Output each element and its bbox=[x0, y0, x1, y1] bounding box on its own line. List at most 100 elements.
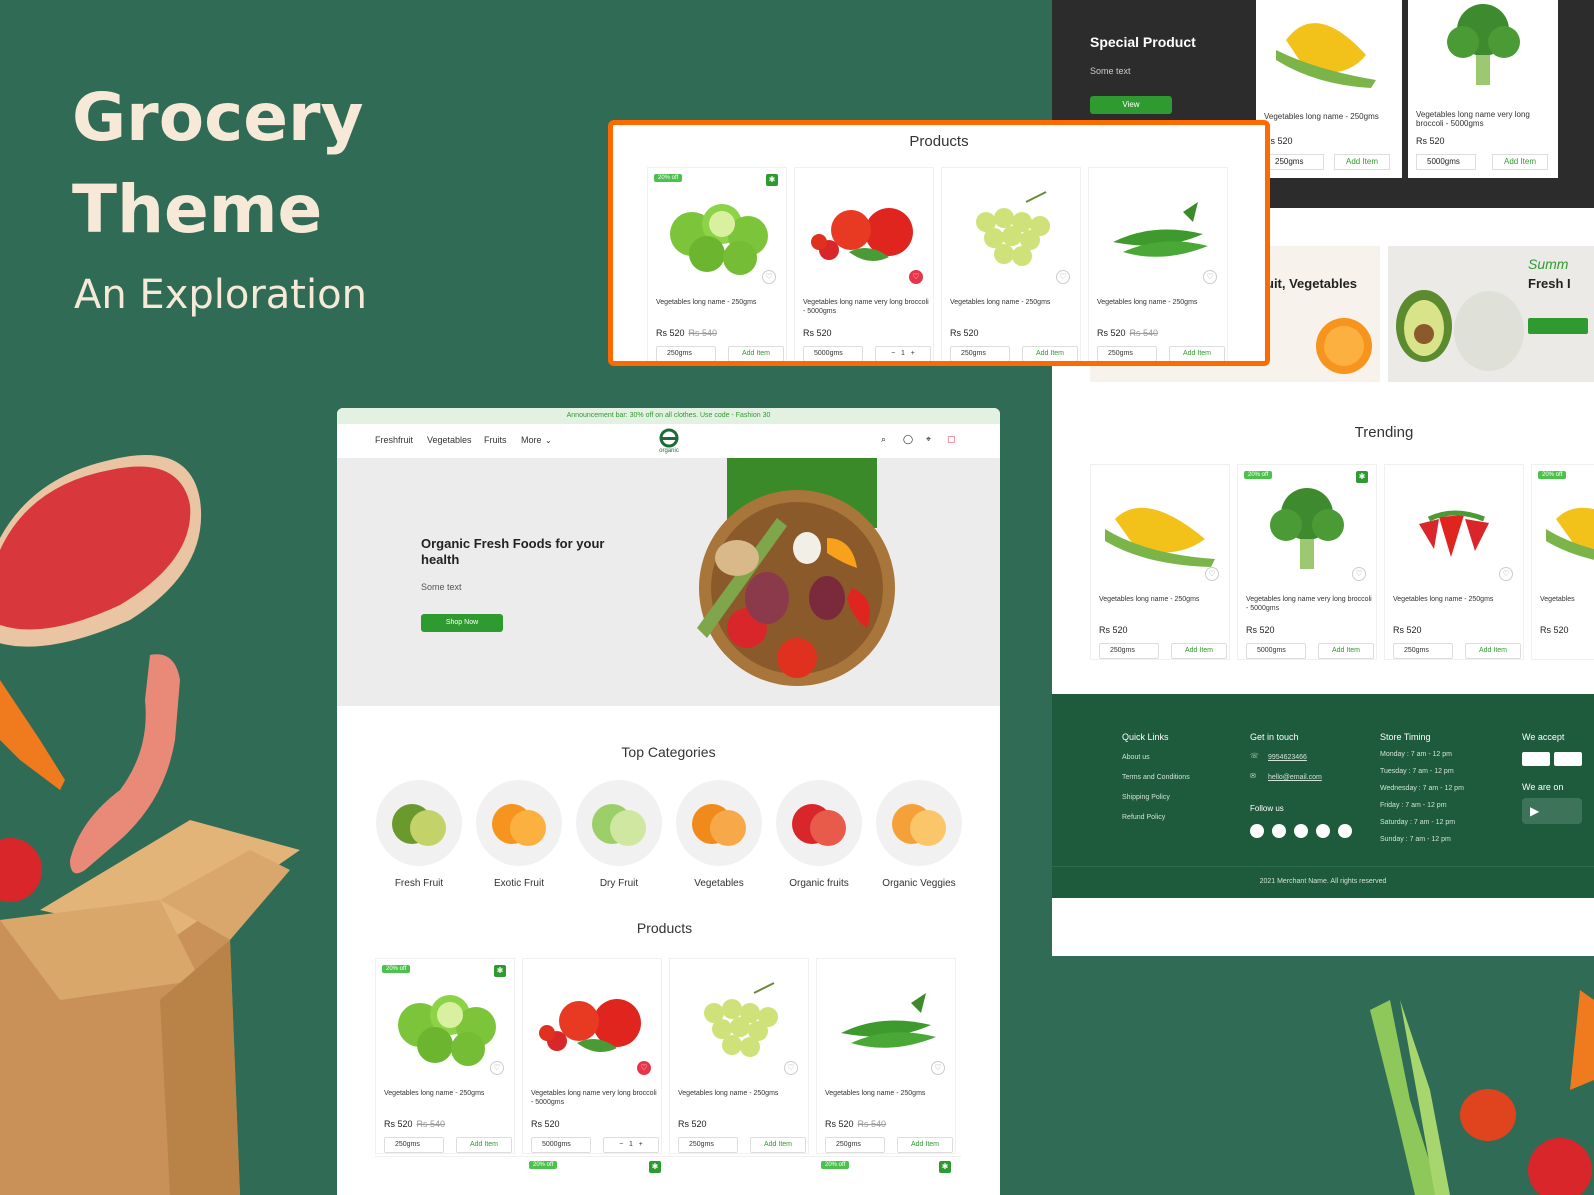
weight-select[interactable]: 250gms bbox=[1099, 643, 1159, 659]
footer-link-shipping[interactable]: Shipping Policy bbox=[1122, 794, 1170, 801]
discount-badge: 20% off bbox=[654, 174, 683, 182]
quantity-stepper[interactable]: − 1 + bbox=[603, 1137, 659, 1153]
heart-icon[interactable]: ♡ bbox=[1205, 567, 1219, 581]
category-item[interactable]: Organic fruits bbox=[769, 780, 869, 889]
chevron-down-icon[interactable]: ⌄ bbox=[545, 436, 552, 445]
add-item-button[interactable]: Add Item bbox=[897, 1137, 953, 1153]
heart-icon[interactable]: ♡ bbox=[762, 270, 776, 284]
product-card[interactable]: ♡ Vegetables long name - 250gms Rs 520 250g… bbox=[941, 167, 1081, 361]
weight-select[interactable]: 5000gms bbox=[803, 346, 863, 361]
product-card[interactable]: ♡ Vegetables long name - 250gms Rs 520 250g… bbox=[1384, 464, 1524, 660]
shop-now-button[interactable]: Shop Now bbox=[421, 614, 503, 632]
add-item-button[interactable]: Add Item bbox=[1465, 643, 1521, 659]
footer-link-refund[interactable]: Refund Policy bbox=[1122, 814, 1165, 821]
product-price: Rs 520 bbox=[803, 328, 832, 338]
favorite-star-icon[interactable]: ✱ bbox=[1356, 471, 1368, 483]
weight-select[interactable]: 250gms bbox=[1097, 346, 1157, 361]
weight-select[interactable]: 5000gms bbox=[1416, 154, 1476, 170]
weight-select[interactable]: 5000gms bbox=[531, 1137, 591, 1153]
favorite-star-icon[interactable]: ✱ bbox=[494, 965, 506, 977]
special-view-button[interactable]: View bbox=[1090, 96, 1172, 114]
heart-icon[interactable]: ♡ bbox=[1203, 270, 1217, 284]
product-card[interactable]: ♡ Vegetables long name - 250gms Rs 520 250g… bbox=[1090, 464, 1230, 660]
product-card[interactable]: ♡ Vegetables long name very long broccoli… bbox=[794, 167, 934, 361]
add-item-button[interactable]: Add Item bbox=[1171, 643, 1227, 659]
weight-select[interactable]: 5000gms bbox=[1246, 643, 1306, 659]
email-link[interactable]: hello@email.com bbox=[1268, 774, 1322, 781]
heart-icon[interactable]: ♡ bbox=[1499, 567, 1513, 581]
nav-freshfruit[interactable]: Freshfruit bbox=[375, 435, 413, 445]
weight-select[interactable]: 250gms bbox=[1264, 154, 1324, 170]
product-card[interactable]: 20% off ✱ ♡ Vegetables long name very long … bbox=[1237, 464, 1377, 660]
cart-icon[interactable]: ▢ bbox=[947, 434, 956, 445]
weight-select[interactable]: 250gms bbox=[1393, 643, 1453, 659]
add-item-button[interactable]: Add Item bbox=[1318, 643, 1374, 659]
add-item-button[interactable]: Add Item bbox=[1492, 154, 1548, 170]
heart-icon[interactable]: ♡ bbox=[784, 1061, 798, 1075]
special-product-card[interactable]: Vegetables long name very long broccoli … bbox=[1408, 0, 1558, 178]
category-item[interactable]: Exotic Fruit bbox=[469, 780, 569, 889]
add-item-button[interactable]: Add Item bbox=[1022, 346, 1078, 361]
category-item[interactable]: Fresh Fruit bbox=[369, 780, 469, 889]
category-item[interactable]: Dry Fruit bbox=[569, 780, 669, 889]
add-item-button[interactable]: Add Item bbox=[750, 1137, 806, 1153]
favorite-star-icon[interactable]: ✱ bbox=[939, 1161, 951, 1173]
timing-row: Wednesday : 7 am - 12 pm bbox=[1380, 785, 1464, 792]
heart-icon[interactable]: ♡ bbox=[637, 1061, 651, 1075]
logo-icon[interactable] bbox=[659, 428, 679, 448]
weight-select[interactable]: 250gms bbox=[950, 346, 1010, 361]
promo-banner-fresh[interactable]: Summ Fresh I bbox=[1388, 246, 1594, 382]
location-icon[interactable]: ⌖ bbox=[926, 434, 931, 445]
product-card[interactable]: 20% off ✱ ♡ Vegetables long name - 250gms Rs… bbox=[647, 167, 787, 361]
category-item[interactable]: Organic Veggies bbox=[869, 780, 969, 889]
search-icon[interactable]: ⌕ bbox=[881, 434, 886, 445]
mail-icon: ✉ bbox=[1250, 773, 1256, 780]
heart-icon[interactable]: ♡ bbox=[1056, 270, 1070, 284]
meat-icon bbox=[0, 455, 202, 647]
product-card[interactable]: ♡ Vegetables long name - 250gms Rs 520 Rs 5… bbox=[1088, 167, 1228, 361]
product-name: Vegetables long name very long broccoli … bbox=[1416, 110, 1530, 128]
twitter-icon[interactable] bbox=[1272, 824, 1286, 838]
weight-select[interactable]: 250gms bbox=[825, 1137, 885, 1153]
favorite-star-icon[interactable]: ✱ bbox=[649, 1161, 661, 1173]
special-product-card[interactable]: Vegetables long name - 250gms Rs 520 250… bbox=[1256, 0, 1402, 178]
heart-icon[interactable]: ♡ bbox=[490, 1061, 504, 1075]
promo-shop-button[interactable] bbox=[1528, 318, 1588, 334]
pinterest-icon[interactable] bbox=[1338, 824, 1352, 838]
product-price: Rs 520 bbox=[1393, 625, 1422, 635]
product-card[interactable]: ♡ Vegetables long name - 250gms Rs 520 Rs 5… bbox=[816, 958, 956, 1154]
heart-icon[interactable]: ♡ bbox=[909, 270, 923, 284]
favorite-star-icon[interactable]: ✱ bbox=[766, 174, 778, 186]
account-icon[interactable]: ◯ bbox=[903, 434, 913, 445]
nav-more[interactable]: More bbox=[521, 435, 542, 445]
google-play-badge-icon[interactable]: ▶ bbox=[1522, 798, 1582, 824]
add-item-button[interactable]: Add Item bbox=[728, 346, 784, 361]
discount-badge: 20% off bbox=[529, 1161, 558, 1169]
add-item-button[interactable]: Add Item bbox=[1334, 154, 1390, 170]
facebook-icon[interactable] bbox=[1250, 824, 1264, 838]
add-item-button[interactable]: Add Item bbox=[456, 1137, 512, 1153]
weight-select[interactable]: 250gms bbox=[384, 1137, 444, 1153]
weight-select[interactable]: 250gms bbox=[656, 346, 716, 361]
category-image bbox=[576, 780, 662, 866]
product-card[interactable]: ♡ Vegetables long name very long broccoli… bbox=[522, 958, 662, 1154]
linkedin-icon[interactable] bbox=[1316, 824, 1330, 838]
old-price: Rs 540 bbox=[416, 1119, 446, 1129]
heart-icon[interactable]: ♡ bbox=[931, 1061, 945, 1075]
heart-icon[interactable]: ♡ bbox=[1352, 567, 1366, 581]
footer-link-about[interactable]: About us bbox=[1122, 754, 1150, 761]
lime-icon bbox=[380, 963, 510, 1073]
phone-link[interactable]: 9954623466 bbox=[1268, 754, 1307, 761]
category-item[interactable]: Vegetables bbox=[669, 780, 769, 889]
follow-title: Follow us bbox=[1250, 804, 1284, 813]
weight-select[interactable]: 250gms bbox=[678, 1137, 738, 1153]
product-card[interactable]: ♡ Vegetables long name - 250gms Rs 520 250g… bbox=[669, 958, 809, 1154]
quantity-stepper[interactable]: − 1 + bbox=[875, 346, 931, 361]
nav-vegetables[interactable]: Vegetables bbox=[427, 435, 472, 445]
product-card[interactable]: 20% off ✱ ♡ Vegetables long name - 250gms Rs… bbox=[375, 958, 515, 1154]
add-item-button[interactable]: Add Item bbox=[1169, 346, 1225, 361]
product-card[interactable]: 20% off✱♡VegetablesRs 520 bbox=[1531, 464, 1594, 660]
instagram-icon[interactable] bbox=[1294, 824, 1308, 838]
nav-fruits[interactable]: Fruits bbox=[484, 435, 507, 445]
footer-link-terms[interactable]: Terms and Conditions bbox=[1122, 774, 1190, 781]
